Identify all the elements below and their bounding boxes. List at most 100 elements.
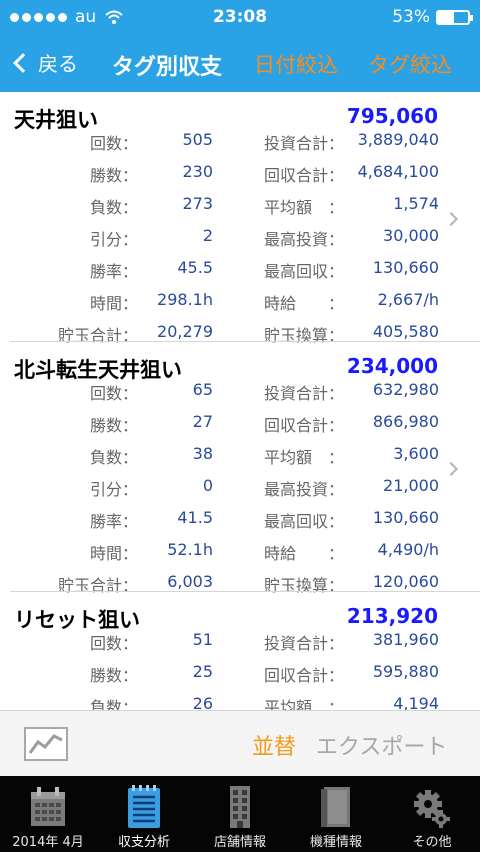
stat-value: 230 (182, 162, 213, 181)
stat-label: 平均額 ： (263, 698, 344, 710)
stat-row: 回数： 65 投資合計： 632,980 (0, 380, 480, 406)
stat-value: 3,600 (393, 444, 439, 463)
stat-value: 45.5 (177, 258, 213, 277)
stat-label: 引分： (89, 480, 138, 499)
book-icon (321, 787, 350, 827)
stat-value: 25 (192, 662, 213, 681)
tab-label: その他 (412, 835, 452, 850)
stat-label: 最高回収： (263, 512, 344, 531)
chevron-left-icon (13, 52, 33, 73)
stat-value: 26 (192, 694, 213, 710)
stat-value: 21,000 (383, 476, 439, 495)
stat-value: 2 (202, 226, 213, 245)
stat-row: 引分： 0 最高投資： 21,000 (0, 476, 480, 502)
stat-label: 負数： (89, 698, 138, 710)
stat-row: 負数： 26 平均額 ： 4,194 (0, 694, 480, 710)
tag-filter-button[interactable]: タグ絞込 (368, 49, 452, 79)
stat-label: 投資合計： (263, 134, 344, 153)
stat-value: 2,667/h (377, 290, 439, 309)
tab-store-info[interactable]: 店舗情報 (192, 776, 288, 852)
tab-label: 収支分析 (117, 835, 170, 850)
stat-row: 時間： 52.1h 時給 ： 4,490/h (0, 540, 480, 566)
stat-label: 投資合計： (263, 384, 344, 403)
card-total: 795,060 (346, 104, 438, 128)
tab-calendar[interactable]: 2014年 4月 (0, 776, 96, 852)
stat-value: 1,574 (393, 194, 439, 213)
status-bar: au 23:08 53% (0, 0, 480, 36)
stat-label: 勝率： (89, 512, 138, 531)
tab-other[interactable]: その他 (384, 776, 480, 852)
stat-label: 時給 ： (263, 294, 344, 313)
status-right: 53% (392, 7, 473, 27)
stat-row: 負数： 38 平均額 ： 3,600 (0, 444, 480, 470)
stat-value: 130,660 (372, 258, 439, 277)
stat-value: 130,660 (372, 508, 439, 527)
stat-value: 4,194 (393, 694, 439, 710)
stat-value: 632,980 (372, 380, 439, 399)
page-title: タグ別収支 (112, 55, 223, 80)
tab-label: 機種情報 (309, 835, 362, 850)
stat-value: 4,684,100 (357, 162, 439, 181)
stat-label: 勝数： (89, 666, 138, 685)
battery-percent: 53% (392, 7, 430, 27)
stat-value: 3,889,040 (357, 130, 439, 149)
tag-card[interactable]: リセット狙い 213,920 回数： 51 投資合計： 381,960 勝数： 25 回収合計：… (0, 592, 480, 710)
stat-value: 41.5 (177, 508, 213, 527)
battery-icon (436, 9, 473, 25)
stat-label: 平均額 ： (263, 448, 344, 467)
notepad-icon (128, 785, 160, 828)
stat-row: 勝率： 45.5 最高回収： 130,660 (0, 258, 480, 284)
stat-label: 回収合計： (263, 666, 344, 685)
nav-bar: 戻る タグ別収支 日付絞込 タグ絞込 (0, 36, 480, 92)
stat-value: 0 (202, 476, 213, 495)
tab-label: 店舗情報 (213, 835, 266, 850)
stat-value: 866,980 (372, 412, 439, 431)
stat-label: 最高投資： (263, 480, 344, 499)
export-button[interactable]: エクスポート (316, 729, 447, 761)
gear-icon (414, 790, 450, 828)
stat-label: 回収合計： (263, 416, 344, 435)
stat-label: 時給 ： (263, 544, 344, 563)
stat-row: 引分： 2 最高投資： 30,000 (0, 226, 480, 252)
stat-label: 勝数： (89, 416, 138, 435)
stat-value: 505 (182, 130, 213, 149)
sort-button[interactable]: 並替 (252, 729, 296, 761)
stat-value: 27 (192, 412, 213, 431)
tab-label: 2014年 4月 (12, 835, 84, 850)
stat-row: 回数： 505 投資合計： 3,889,040 (0, 130, 480, 156)
chart-toggle-button[interactable] (24, 727, 68, 761)
stat-label: 最高投資： (263, 230, 344, 249)
stat-label: 勝数： (89, 166, 138, 185)
stat-label: 引分： (89, 230, 138, 249)
stat-value: 30,000 (383, 226, 439, 245)
stat-row: 負数： 273 平均額 ： 1,574 (0, 194, 480, 220)
tab-analysis[interactable]: 収支分析 (96, 776, 192, 852)
date-filter-button[interactable]: 日付絞込 (254, 49, 338, 79)
stat-label: 負数： (89, 198, 138, 217)
back-button[interactable]: 戻る (10, 48, 78, 77)
tag-summary-list[interactable]: 天井狙い 795,060 回数： 505 投資合計： 3,889,040 勝数： 230 回収合… (0, 92, 480, 710)
tag-card[interactable]: 天井狙い 795,060 回数： 505 投資合計： 3,889,040 勝数： 230 回収合… (0, 92, 480, 345)
stat-value: 38 (192, 444, 213, 463)
stat-label: 時間： (89, 544, 138, 563)
stat-value: 51 (192, 630, 213, 649)
card-total: 213,920 (346, 604, 438, 628)
stat-label: 投資合計： (263, 634, 344, 653)
stat-label: 最高回収： (263, 262, 344, 281)
stat-label: 回数： (89, 134, 138, 153)
stat-row: 勝数： 230 回収合計： 4,684,100 (0, 162, 480, 188)
calendar-icon (31, 787, 65, 826)
stat-value: 20,279 (157, 322, 213, 341)
stat-value: 6,003 (167, 572, 213, 591)
stat-value: 52.1h (167, 540, 213, 559)
tag-card[interactable]: 北斗転生天井狙い 234,000 回数： 65 投資合計： 632,980 勝数： 27 回収合… (0, 342, 480, 595)
stat-value: 595,880 (372, 662, 439, 681)
tab-bar: 2014年 4月 収支分析 店舗情報 機種情報 その他 (0, 776, 480, 852)
stat-value: 273 (182, 194, 213, 213)
stat-label: 平均額 ： (263, 198, 344, 217)
tab-machine-info[interactable]: 機種情報 (288, 776, 384, 852)
line-chart-icon (28, 734, 63, 754)
stat-value: 298.1h (157, 290, 213, 309)
stat-row: 勝数： 27 回収合計： 866,980 (0, 412, 480, 438)
stat-row: 勝率： 41.5 最高回収： 130,660 (0, 508, 480, 534)
